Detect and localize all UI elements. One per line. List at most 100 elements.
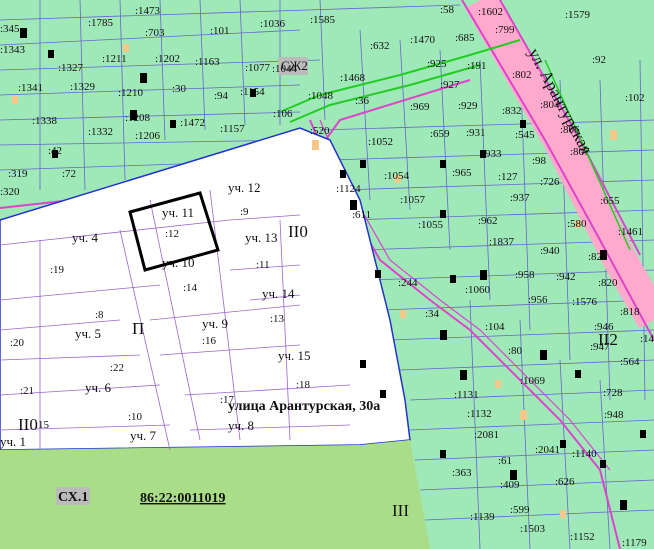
building xyxy=(460,370,467,380)
parcel-number: :1055 xyxy=(418,219,444,231)
building xyxy=(610,130,617,140)
parcel-number: :962 xyxy=(478,215,498,227)
parcel-number: :626 xyxy=(555,476,575,488)
parcel-number: :940 xyxy=(540,245,560,257)
parcel-number: :1152 xyxy=(570,531,595,543)
building xyxy=(450,275,456,283)
parcel-number: :2041 xyxy=(535,444,560,456)
parcel-number: :806 xyxy=(560,124,580,136)
cadastral-number: 86:22:0011019 xyxy=(140,491,226,506)
plot-label: уч. 4 xyxy=(72,230,99,245)
parcel-number: :728 xyxy=(603,387,623,399)
parcel-number: :1210 xyxy=(118,87,144,99)
plot-number: :13 xyxy=(270,313,285,325)
building xyxy=(20,28,27,38)
plot-label: уч. 9 xyxy=(202,316,228,331)
parcel-number: :36 xyxy=(355,95,370,107)
building xyxy=(440,210,446,218)
parcel-number: :42 xyxy=(48,145,62,157)
building xyxy=(12,96,18,104)
plot-label: уч. 11 xyxy=(162,205,194,220)
parcel-number: :106 xyxy=(273,108,293,120)
parcel-number: :94 xyxy=(214,90,229,102)
plot-number: :15 xyxy=(35,419,50,431)
parcel-number: :1124 xyxy=(336,183,361,195)
plot-number: :21 xyxy=(20,385,34,397)
building xyxy=(440,330,447,340)
parcel-number: :802 xyxy=(512,69,532,81)
parcel-number: :820 xyxy=(598,277,618,289)
parcel-number: :363 xyxy=(452,467,472,479)
parcel-number: :611 xyxy=(352,209,371,221)
building xyxy=(560,440,566,448)
building xyxy=(360,160,366,168)
parcel-number: :1077 xyxy=(245,62,271,74)
parcel-number: :1202 xyxy=(155,53,180,65)
plot-number: :18 xyxy=(296,379,311,391)
parcel-number: :969 xyxy=(410,101,430,113)
parcel-number: :807 xyxy=(570,146,590,158)
parcel-number: :1341 xyxy=(18,82,43,94)
plot-number: :17 xyxy=(220,394,235,406)
parcel-number: :1211 xyxy=(102,53,127,65)
zone-iii: III xyxy=(392,501,409,520)
parcel-number: :1576 xyxy=(572,296,598,308)
parcel-number: :61 xyxy=(498,455,512,467)
building xyxy=(640,430,646,438)
parcel-number: :545 xyxy=(515,129,535,141)
parcel-number: :726 xyxy=(540,176,560,188)
parcel-number: :818 xyxy=(620,306,640,318)
plot-number: :12 xyxy=(165,228,179,240)
parcel-number: :1044 xyxy=(272,63,298,75)
parcel-number: :958 xyxy=(515,269,535,281)
plot-number: :8 xyxy=(95,309,104,321)
plot-number: :11 xyxy=(256,259,270,271)
parcel-number: :942 xyxy=(556,271,576,283)
parcel-number: :933 xyxy=(482,148,502,160)
plot-label: уч. 14 xyxy=(262,286,295,301)
building xyxy=(140,73,147,83)
parcel-number: :244 xyxy=(398,277,418,289)
parcel-number: :92 xyxy=(592,54,606,66)
building xyxy=(360,360,366,368)
parcel-number: :659 xyxy=(430,128,450,140)
parcel-number: :2081 xyxy=(474,429,499,441)
parcel-number: :1208 xyxy=(125,112,151,124)
parcel-number: :927 xyxy=(440,79,460,91)
building xyxy=(380,390,386,398)
parcel-number: :1343 xyxy=(0,44,26,56)
building xyxy=(123,44,129,52)
building xyxy=(480,270,487,280)
plot-label: уч. 5 xyxy=(75,326,101,341)
building xyxy=(48,50,54,58)
parcel-number: :632 xyxy=(370,40,390,52)
parcel-number: :1468 xyxy=(340,72,366,84)
parcel-number: :1503 xyxy=(520,523,546,535)
parcel-number: :1179 xyxy=(622,537,647,549)
plot-number: :22 xyxy=(110,362,124,374)
parcel-number: :1131 xyxy=(454,389,479,401)
parcel-number: :929 xyxy=(458,100,478,112)
parcel-number: :599 xyxy=(510,504,530,516)
parcel-number: :925 xyxy=(427,58,447,70)
parcel-number: :937 xyxy=(510,192,530,204)
parcel-number: :409 xyxy=(500,479,520,491)
cadastral-map[interactable]: ул. Арантурская улица Арантурская, 30а I… xyxy=(0,0,654,549)
parcel-number: :564 xyxy=(620,356,640,368)
building xyxy=(620,500,627,510)
parcel-number: :101 xyxy=(210,25,230,37)
parcel-number: :580 xyxy=(567,218,587,230)
parcel-number: :72 xyxy=(62,168,76,180)
parcel-number: :520 xyxy=(310,125,330,137)
parcel-number: :104 xyxy=(485,321,505,333)
parcel-number: :320 xyxy=(0,186,20,198)
parcel-number: :1585 xyxy=(310,14,336,26)
parcel-number: :142 xyxy=(640,333,654,345)
parcel-number: :1069 xyxy=(520,375,546,387)
plot-label: уч. 12 xyxy=(228,180,261,195)
parcel-number: :947 xyxy=(590,341,610,353)
building xyxy=(520,410,527,420)
building xyxy=(575,370,581,378)
building xyxy=(440,450,446,458)
plot-label: уч. 15 xyxy=(278,348,311,363)
